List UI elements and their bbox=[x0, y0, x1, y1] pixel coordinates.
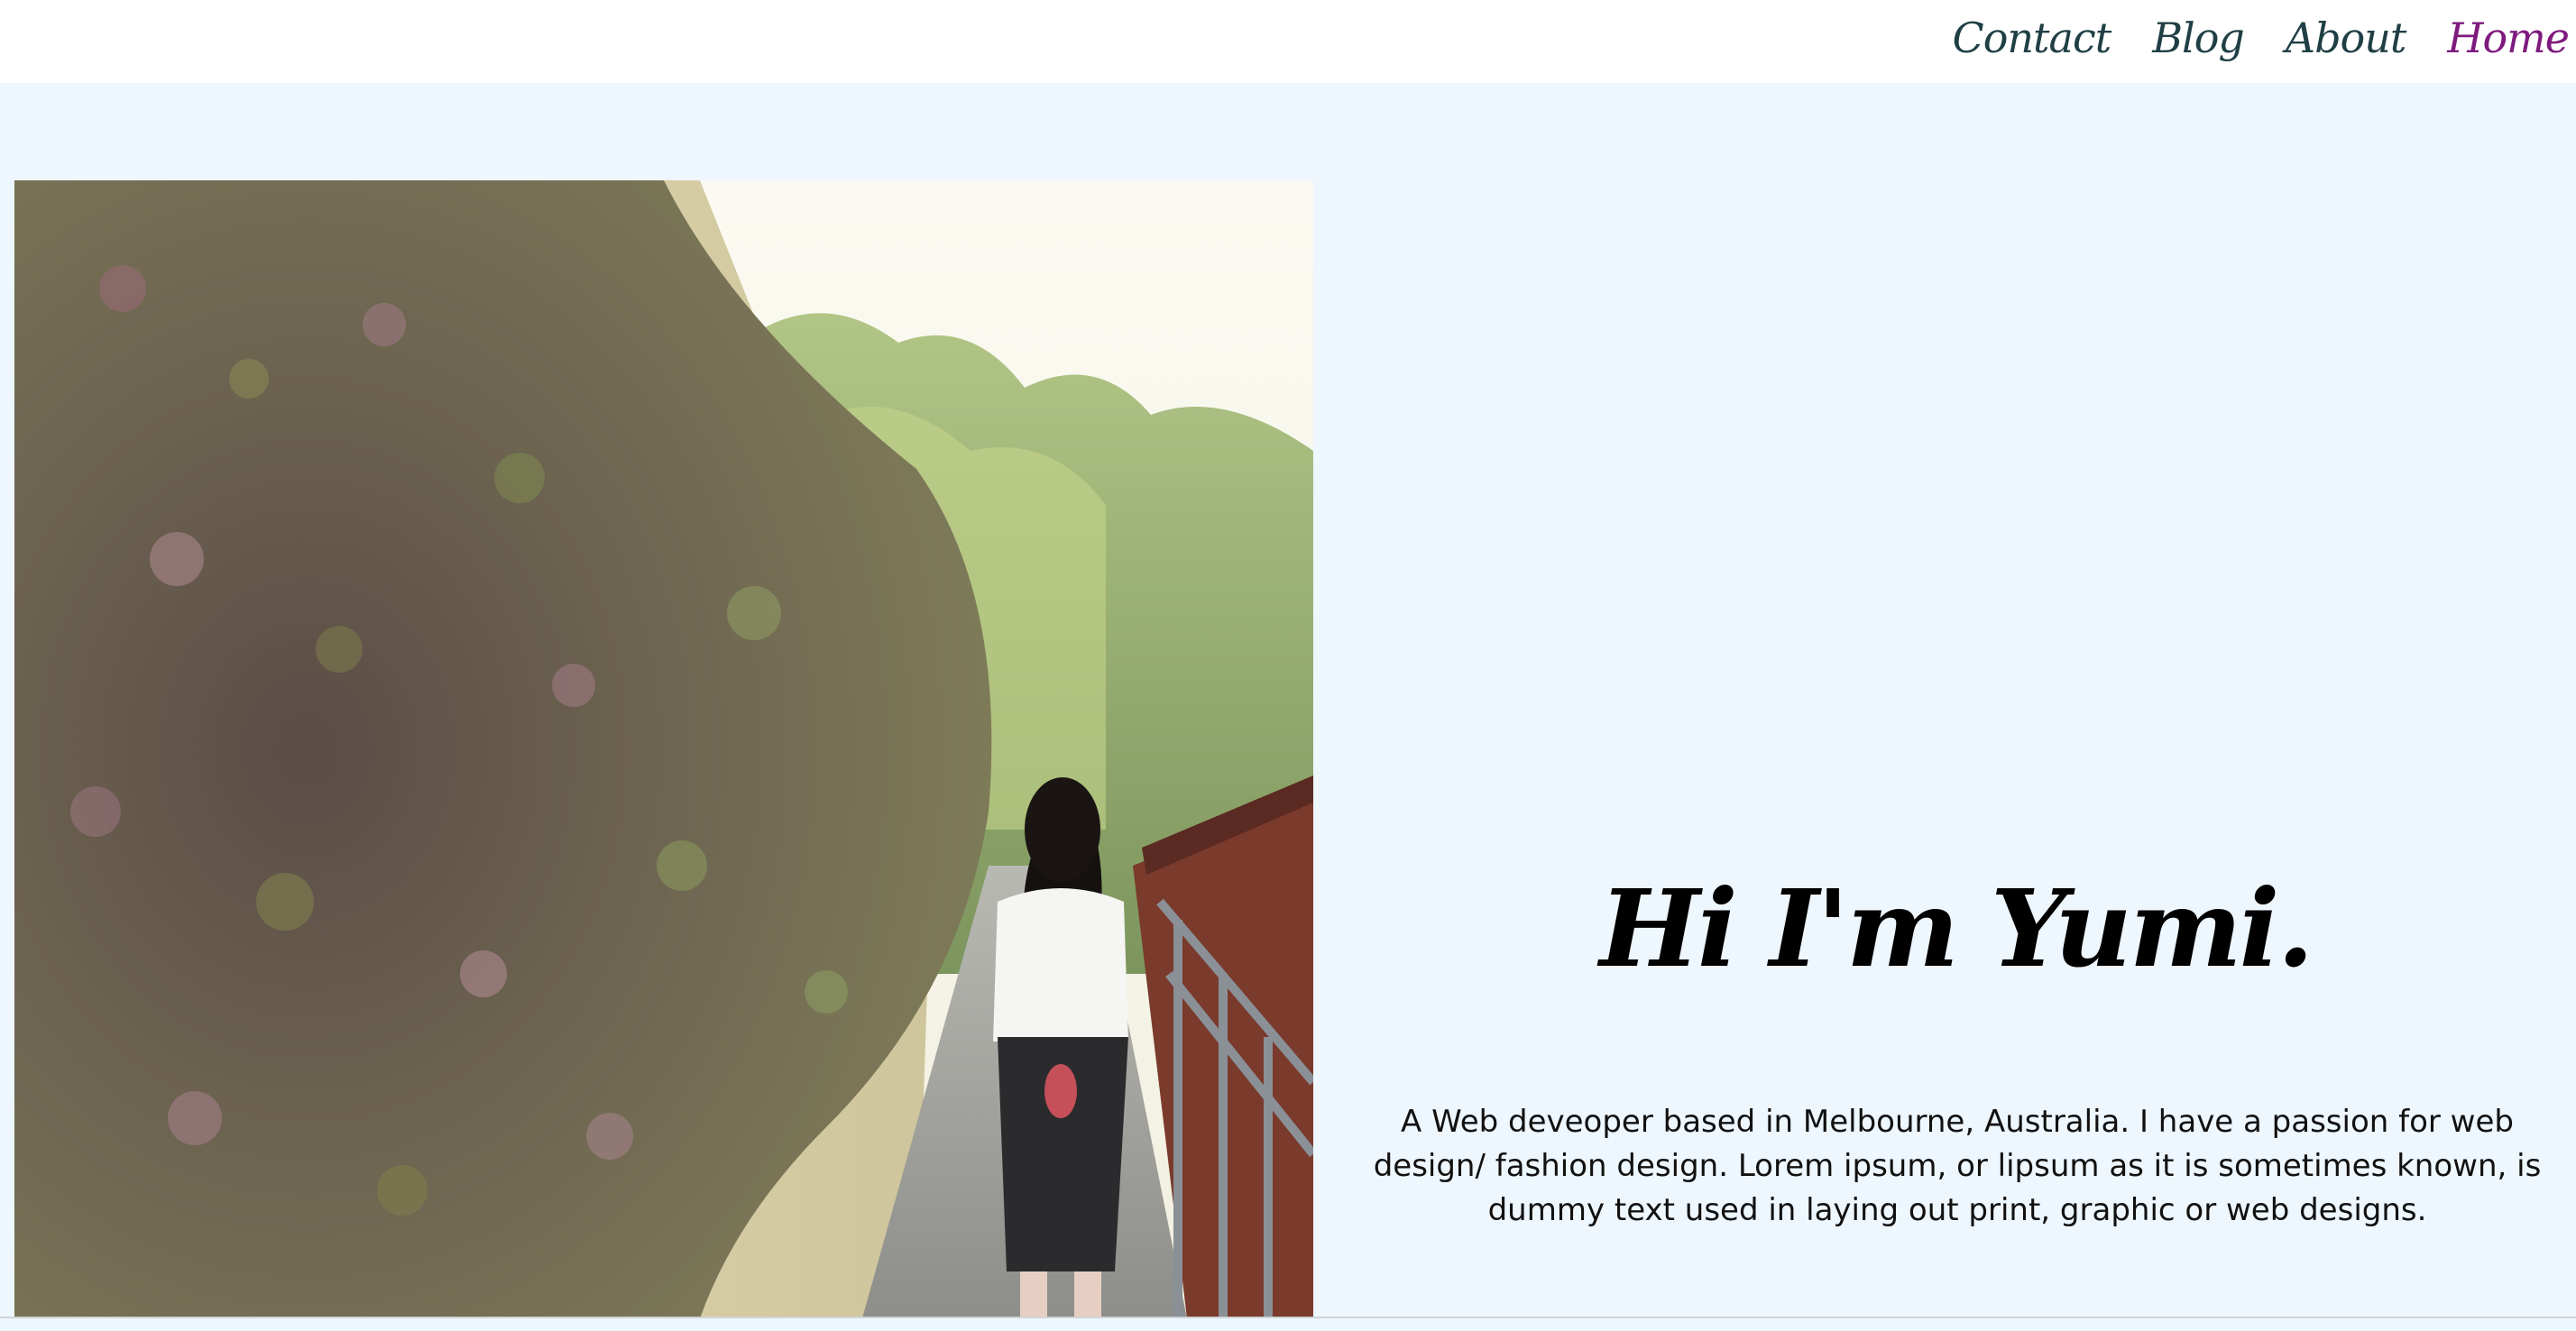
hero-description: A Web deveoper based in Melbourne, Austr… bbox=[1373, 1104, 2542, 1228]
page: Home About Blog Contact Hi I'm Yumi. A W… bbox=[0, 0, 2576, 1331]
nav-link-blog[interactable]: Blog bbox=[2152, 5, 2245, 70]
hero-title: Hi I'm Yumi. bbox=[1599, 866, 2314, 991]
nav-link-home[interactable]: Home bbox=[2447, 5, 2570, 70]
bottom-divider bbox=[0, 1317, 2576, 1318]
nav-link-contact[interactable]: Contact bbox=[1953, 5, 2112, 70]
nav-link-about[interactable]: About bbox=[2286, 5, 2406, 70]
person-walking-photo-icon bbox=[14, 180, 1313, 1318]
top-nav-bar: Home About Blog Contact bbox=[0, 0, 2576, 83]
hero-photo bbox=[14, 180, 1313, 1318]
main-nav: Home About Blog Contact bbox=[1953, 5, 2570, 70]
hero-intro: Hi I'm Yumi. A Web deveoper based in Mel… bbox=[1335, 180, 2576, 1318]
